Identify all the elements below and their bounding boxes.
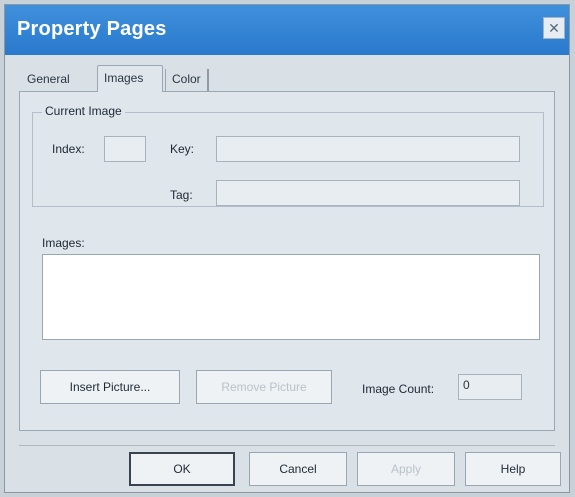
insert-picture-button[interactable]: Insert Picture... bbox=[40, 370, 180, 404]
remove-picture-button[interactable]: Remove Picture bbox=[196, 370, 332, 404]
window-title: Property Pages bbox=[17, 18, 167, 40]
key-field[interactable] bbox=[216, 136, 520, 162]
current-image-label: Current Image bbox=[42, 104, 125, 118]
images-label: Images: bbox=[42, 236, 85, 250]
help-button[interactable]: Help bbox=[465, 452, 561, 486]
ok-button[interactable]: OK bbox=[129, 452, 235, 486]
images-tab-panel: Current Image Index: Key: Tag: Images: I… bbox=[19, 91, 555, 431]
tab-color[interactable]: Color bbox=[165, 69, 209, 91]
close-icon[interactable]: ✕ bbox=[543, 17, 565, 39]
title-bar[interactable]: Property Pages ✕ bbox=[5, 5, 569, 55]
cancel-button[interactable]: Cancel bbox=[249, 452, 347, 486]
index-field[interactable] bbox=[104, 136, 146, 162]
property-pages-window: Property Pages ✕ General Images Color Cu… bbox=[4, 4, 570, 493]
image-count-label: Image Count: bbox=[362, 382, 435, 396]
apply-button[interactable]: Apply bbox=[357, 452, 455, 486]
footer-divider bbox=[19, 445, 555, 446]
index-label: Index: bbox=[52, 142, 85, 156]
tag-field[interactable] bbox=[216, 180, 520, 206]
tab-images[interactable]: Images bbox=[97, 65, 163, 92]
key-label: Key: bbox=[170, 142, 195, 156]
tab-general[interactable]: General bbox=[21, 69, 76, 91]
tag-label: Tag: bbox=[170, 188, 193, 202]
images-listbox[interactable] bbox=[42, 254, 540, 340]
image-count-field[interactable]: 0 bbox=[458, 374, 522, 400]
